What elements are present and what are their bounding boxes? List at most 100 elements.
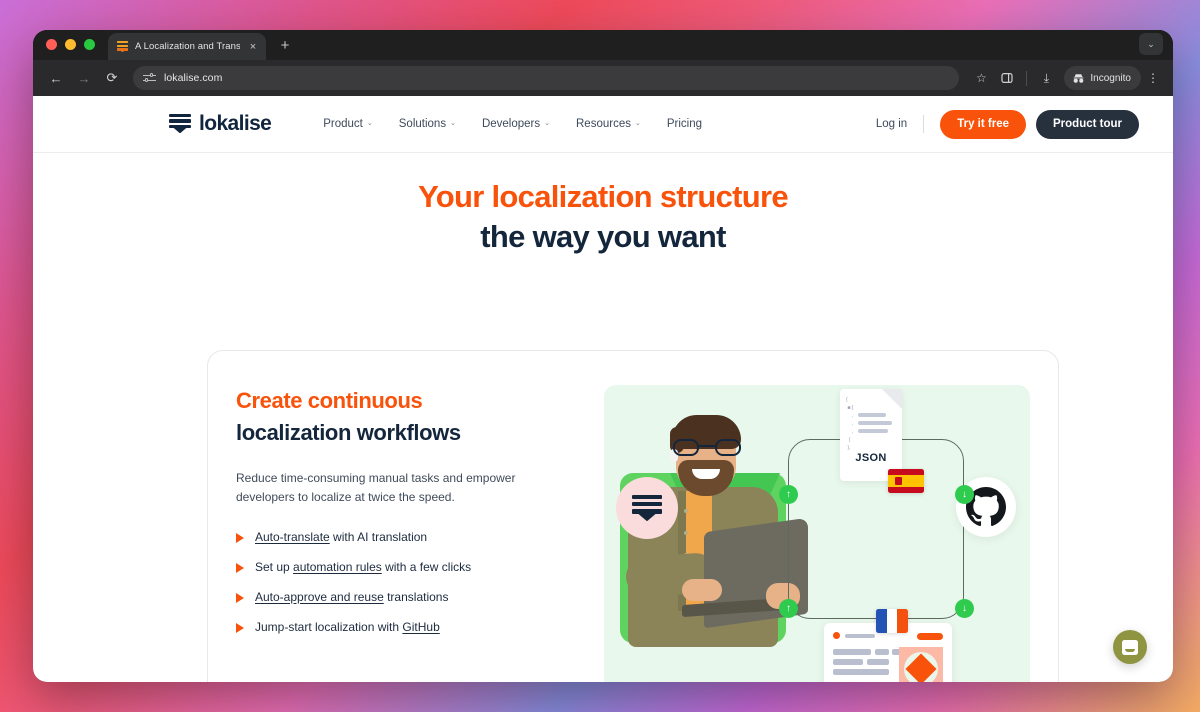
json-code-snippet: { ■:{ , , , { }, (846, 397, 854, 451)
window-traffic-lights (46, 30, 95, 60)
close-tab-button[interactable]: × (246, 40, 260, 54)
feature-heading: Create continuous localization workflows (236, 385, 576, 449)
toolbar-divider (1026, 70, 1028, 86)
chevron-down-icon: ⌄ (366, 120, 373, 127)
nav-item-pricing-label: Pricing (666, 118, 702, 130)
nav-item-developers-label: Developers (481, 118, 541, 130)
download-icon[interactable]: ⤓ (1034, 66, 1058, 90)
feature-illustration: { ■:{ , , , { }, JSON ↑ ↓ ↑ ↓ (604, 385, 1030, 682)
chat-launcher-button[interactable] (1113, 630, 1147, 664)
nav-item-pricing[interactable]: Pricing (667, 118, 702, 130)
browser-window: A Localization and Translation × + ⌄ ← →… (33, 30, 1173, 682)
bullet-text: Jump-start localization with GitHub (255, 620, 440, 636)
browser-menu-button[interactable]: ⋮ (1143, 66, 1163, 90)
triangle-bullet-icon (236, 563, 244, 574)
try-it-free-button[interactable]: Try it free (940, 109, 1026, 139)
bullet-link[interactable]: automation rules (293, 560, 382, 574)
login-link[interactable]: Log in (876, 118, 923, 130)
bullet-suffix: with AI translation (329, 529, 428, 544)
list-item: Auto-translate with AI translation (236, 530, 576, 546)
nav-item-developers[interactable]: Developers ⌄ (482, 118, 550, 130)
feature-card-content: Create continuous localization workflows… (236, 385, 576, 682)
minimize-window-button[interactable] (65, 38, 76, 50)
feature-bullet-list: Auto-translate with AI translation Set u… (236, 530, 576, 636)
address-bar-url: lokalise.com (164, 72, 223, 84)
close-window-button[interactable] (46, 38, 57, 50)
tab-strip: A Localization and Translation × + ⌄ (33, 30, 1173, 60)
nav-item-solutions-label: Solutions (398, 118, 447, 130)
feature-card: Create continuous localization workflows… (207, 350, 1059, 682)
feature-heading-line-1: Create continuous (236, 388, 423, 413)
chevron-down-icon: ⌄ (544, 120, 550, 127)
address-bar[interactable]: lokalise.com (133, 66, 960, 90)
nav-item-product[interactable]: Product ⌄ (323, 118, 373, 130)
browser-tab[interactable]: A Localization and Translation × (108, 33, 266, 60)
maximize-window-button[interactable] (84, 38, 95, 50)
triangle-bullet-icon (236, 623, 244, 634)
flow-badge-down-right: ↓ (955, 485, 974, 504)
hero-line-2: the way you want (480, 219, 726, 255)
json-file-node: { ■:{ , , , { }, JSON (840, 389, 924, 493)
preview-dot (833, 632, 840, 639)
bullet-link[interactable]: Auto-approve and reuse (255, 590, 384, 604)
flow-badge-down-right-bottom: ↓ (955, 599, 974, 618)
nav-actions: Log in Try it free Product tour (876, 109, 1139, 139)
page-title: Your localization structure the way you … (33, 177, 1173, 258)
json-label: JSON (855, 452, 887, 464)
bullet-text: Auto-translate with AI translation (255, 530, 427, 546)
flow-badge-up-left-bottom: ↑ (779, 599, 798, 618)
list-item: Jump-start localization with GitHub (236, 620, 576, 636)
back-button[interactable]: ← (43, 65, 69, 91)
hero-line-1: Your localization structure (418, 179, 789, 214)
site-navigation: lokalise Product ⌄ Solutions ⌄ Developer… (33, 96, 1173, 153)
lokalise-logo-icon (169, 114, 191, 134)
preview-bar (845, 634, 875, 638)
bullet-text: Auto-approve and reuse translations (255, 590, 448, 606)
product-tour-button[interactable]: Product tour (1036, 109, 1139, 139)
feature-heading-line-2: localization workflows (236, 419, 461, 445)
bookmark-star-icon[interactable]: ☆ (969, 66, 993, 90)
bullet-link[interactable]: Auto-translate (255, 530, 330, 544)
lokalise-favicon-icon (116, 40, 129, 53)
reload-button[interactable]: ⟳ (99, 65, 125, 91)
tune-icon[interactable] (143, 72, 156, 85)
nav-links: Product ⌄ Solutions ⌄ Developers ⌄ Resou… (323, 118, 702, 130)
nav-item-solutions[interactable]: Solutions ⌄ (399, 118, 456, 130)
preview-accent-bar (917, 633, 943, 640)
tab-search-chevron-down-icon[interactable]: ⌄ (1139, 33, 1163, 55)
triangle-bullet-icon (236, 533, 244, 544)
chevron-down-icon: ⌄ (634, 120, 641, 127)
incognito-indicator[interactable]: Incognito (1064, 66, 1141, 90)
tab-title: A Localization and Translation (135, 41, 240, 52)
flow-badge-up-left: ↑ (779, 485, 798, 504)
nav-item-product-label: Product (323, 118, 363, 130)
nav-divider (923, 115, 925, 133)
hero-section: Your localization structure the way you … (33, 153, 1173, 258)
incognito-label: Incognito (1090, 72, 1131, 84)
france-flag-icon (876, 609, 908, 633)
bullet-prefix: Set up (255, 559, 294, 574)
bullet-suffix: with a few clicks (381, 559, 472, 574)
bullet-link[interactable]: GitHub (402, 620, 439, 634)
forward-button[interactable]: → (71, 65, 97, 91)
list-item: Set up automation rules with a few click… (236, 560, 576, 576)
bullet-text: Set up automation rules with a few click… (255, 560, 471, 576)
nav-item-resources-label: Resources (576, 118, 631, 130)
lokalise-node (616, 477, 678, 539)
intercom-chat-icon (1122, 639, 1138, 655)
feature-description: Reduce time-consuming manual tasks and e… (236, 470, 516, 505)
lokalise-logo-text: lokalise (199, 112, 272, 135)
nav-item-resources[interactable]: Resources ⌄ (576, 118, 641, 130)
new-tab-button[interactable]: + (275, 36, 295, 56)
page-viewport: lokalise Product ⌄ Solutions ⌄ Developer… (33, 96, 1173, 682)
browser-toolbar: ← → ⟳ lokalise.com ☆ ⤓ Incognito ⋮ (33, 60, 1173, 96)
page-fold-corner (882, 389, 902, 409)
list-item: Auto-approve and reuse translations (236, 590, 576, 606)
app-preview-card-node (824, 609, 952, 682)
lokalise-logo[interactable]: lokalise (169, 112, 272, 136)
bullet-suffix: translations (383, 589, 449, 604)
preview-artwork (899, 647, 943, 682)
incognito-icon (1074, 73, 1084, 83)
side-panel-icon[interactable] (995, 66, 1019, 90)
chevron-down-icon: ⌄ (450, 120, 456, 127)
